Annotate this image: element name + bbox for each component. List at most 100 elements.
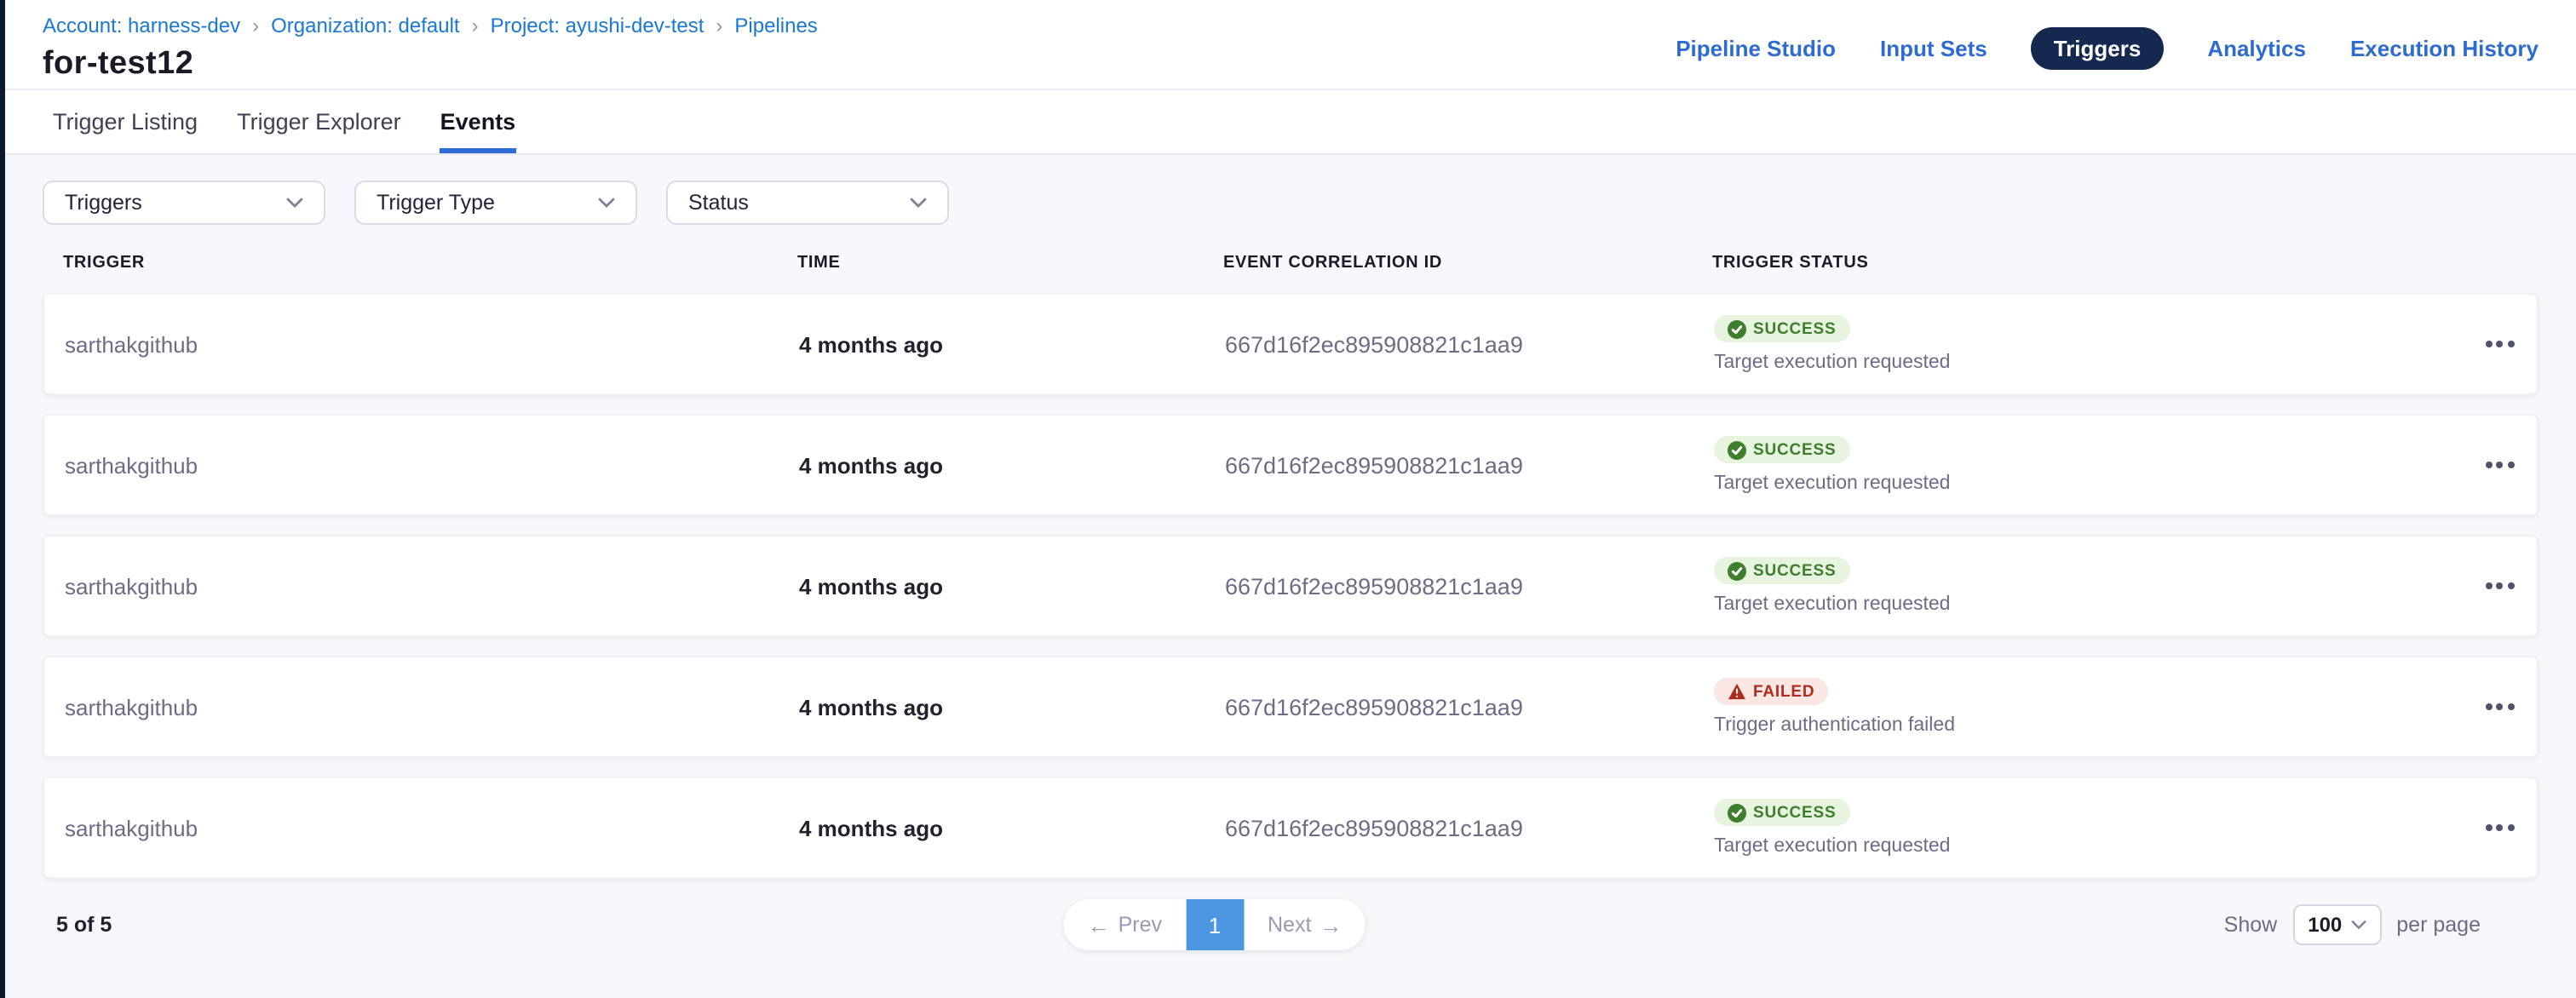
column-header-trigger: TRIGGER bbox=[63, 254, 797, 272]
tab-trigger-explorer[interactable]: Trigger Explorer bbox=[237, 90, 401, 153]
page-number-button[interactable]: 1 bbox=[1186, 899, 1244, 950]
chevron-down-icon bbox=[2350, 920, 2366, 930]
trigger-status-cell: SUCCESS Target execution requested bbox=[1714, 436, 2462, 494]
events-content: Triggers Trigger Type Status TRIGGER TIM… bbox=[5, 155, 2576, 950]
event-time: 4 months ago bbox=[799, 694, 1225, 720]
breadcrumb-pipelines[interactable]: Pipelines bbox=[734, 14, 817, 37]
trigger-name: sarthakgithub bbox=[65, 331, 799, 357]
next-page-button[interactable]: Next → bbox=[1244, 899, 1366, 950]
chevron-down-icon bbox=[910, 198, 927, 208]
column-header-event-correlation-id: EVENT CORRELATION ID bbox=[1223, 254, 1712, 272]
dropdown-label: Status bbox=[688, 191, 749, 215]
status-message: Trigger authentication failed bbox=[1714, 715, 1955, 736]
table-row: sarthakgithub 4 months ago 667d16f2ec895… bbox=[43, 656, 2539, 758]
row-menu-button[interactable] bbox=[2462, 657, 2537, 756]
filters-row: Triggers Trigger Type Status bbox=[43, 181, 2539, 225]
page: Account: harness-dev › Organization: def… bbox=[0, 0, 2576, 998]
event-correlation-id: 667d16f2ec895908821c1aa9 bbox=[1225, 452, 1714, 478]
nav-triggers[interactable]: Triggers bbox=[2032, 27, 2164, 70]
page-size-control: Show 100 per page bbox=[2224, 904, 2481, 945]
breadcrumb-organization[interactable]: Organization: default bbox=[271, 14, 460, 37]
events-table: sarthakgithub 4 months ago 667d16f2ec895… bbox=[43, 293, 2539, 879]
table-header: TRIGGER TIME EVENT CORRELATION ID TRIGGE… bbox=[43, 254, 2539, 272]
page-size-select[interactable]: 100 bbox=[2292, 904, 2381, 945]
status-label: SUCCESS bbox=[1753, 319, 1836, 338]
breadcrumb-separator-icon: › bbox=[716, 14, 722, 37]
trigger-name: sarthakgithub bbox=[65, 815, 799, 840]
warning-triangle-icon bbox=[1728, 683, 1746, 700]
status-message: Target execution requested bbox=[1714, 353, 1950, 373]
event-time: 4 months ago bbox=[799, 815, 1225, 840]
next-label: Next bbox=[1268, 913, 1311, 937]
event-time: 4 months ago bbox=[799, 452, 1225, 478]
pager: ← Prev 1 Next → bbox=[1064, 899, 1366, 950]
row-menu-button[interactable] bbox=[2462, 295, 2537, 393]
column-header-time: TIME bbox=[797, 254, 1223, 272]
status-message: Target execution requested bbox=[1714, 473, 1950, 494]
breadcrumb-account[interactable]: Account: harness-dev bbox=[43, 14, 240, 37]
nav-input-sets[interactable]: Input Sets bbox=[1880, 36, 1987, 61]
status-label: SUCCESS bbox=[1753, 803, 1836, 822]
per-page-label: per page bbox=[2396, 913, 2481, 937]
breadcrumb-project[interactable]: Project: ayushi-dev-test bbox=[491, 14, 704, 37]
prev-page-button[interactable]: ← Prev bbox=[1064, 899, 1186, 950]
check-circle-icon bbox=[1728, 440, 1746, 459]
event-time: 4 months ago bbox=[799, 573, 1225, 599]
column-header-trigger-status: TRIGGER STATUS bbox=[1712, 254, 2464, 272]
tab-trigger-listing[interactable]: Trigger Listing bbox=[53, 90, 198, 153]
chevron-down-icon bbox=[286, 198, 303, 208]
status-label: SUCCESS bbox=[1753, 561, 1836, 580]
triggers-filter-dropdown[interactable]: Triggers bbox=[43, 181, 325, 225]
status-message: Target execution requested bbox=[1714, 836, 1950, 857]
event-correlation-id: 667d16f2ec895908821c1aa9 bbox=[1225, 815, 1714, 840]
event-correlation-id: 667d16f2ec895908821c1aa9 bbox=[1225, 573, 1714, 599]
row-menu-button[interactable] bbox=[2462, 536, 2537, 635]
chevron-down-icon bbox=[598, 198, 615, 208]
status-badge: SUCCESS bbox=[1714, 799, 1849, 826]
status-badge: FAILED bbox=[1714, 678, 1828, 705]
breadcrumb-separator-icon: › bbox=[472, 14, 479, 37]
event-time: 4 months ago bbox=[799, 331, 1225, 357]
prev-label: Prev bbox=[1118, 913, 1162, 937]
trigger-status-cell: SUCCESS Target execution requested bbox=[1714, 315, 2462, 373]
table-row: sarthakgithub 4 months ago 667d16f2ec895… bbox=[43, 293, 2539, 395]
event-correlation-id: 667d16f2ec895908821c1aa9 bbox=[1225, 331, 1714, 357]
status-badge: SUCCESS bbox=[1714, 436, 1849, 463]
trigger-status-cell: FAILED Trigger authentication failed bbox=[1714, 678, 2462, 736]
status-filter-dropdown[interactable]: Status bbox=[666, 181, 949, 225]
trigger-name: sarthakgithub bbox=[65, 452, 799, 478]
event-correlation-id: 667d16f2ec895908821c1aa9 bbox=[1225, 694, 1714, 720]
table-row: sarthakgithub 4 months ago 667d16f2ec895… bbox=[43, 777, 2539, 879]
status-label: FAILED bbox=[1753, 682, 1814, 701]
tab-bar: Trigger Listing Trigger Explorer Events bbox=[5, 89, 2576, 155]
nav-analytics[interactable]: Analytics bbox=[2207, 36, 2306, 61]
nav-execution-history[interactable]: Execution History bbox=[2350, 36, 2539, 61]
pipeline-nav: Pipeline Studio Input Sets Triggers Anal… bbox=[1676, 27, 2539, 70]
collapsed-sidebar-edge bbox=[0, 0, 5, 998]
check-circle-icon bbox=[1728, 561, 1746, 580]
results-range-label: 5 of 5 bbox=[56, 913, 112, 937]
trigger-name: sarthakgithub bbox=[65, 694, 799, 720]
arrow-right-icon: → bbox=[1320, 912, 1342, 938]
trigger-name: sarthakgithub bbox=[65, 573, 799, 599]
check-circle-icon bbox=[1728, 803, 1746, 822]
check-circle-icon bbox=[1728, 319, 1746, 338]
pagination-bar: 5 of 5 ← Prev 1 Next → Show 100 per pa bbox=[43, 899, 2539, 950]
show-label: Show bbox=[2224, 913, 2278, 937]
status-badge: SUCCESS bbox=[1714, 557, 1849, 584]
status-label: SUCCESS bbox=[1753, 440, 1836, 459]
trigger-status-cell: SUCCESS Target execution requested bbox=[1714, 799, 2462, 857]
arrow-left-icon: ← bbox=[1088, 912, 1110, 938]
dropdown-label: Trigger Type bbox=[377, 191, 495, 215]
row-menu-button[interactable] bbox=[2462, 778, 2537, 877]
breadcrumb-separator-icon: › bbox=[252, 14, 259, 37]
page-header: Account: harness-dev › Organization: def… bbox=[5, 0, 2576, 89]
nav-pipeline-studio[interactable]: Pipeline Studio bbox=[1676, 36, 1836, 61]
status-message: Target execution requested bbox=[1714, 594, 1950, 615]
status-badge: SUCCESS bbox=[1714, 315, 1849, 342]
trigger-type-filter-dropdown[interactable]: Trigger Type bbox=[354, 181, 637, 225]
trigger-status-cell: SUCCESS Target execution requested bbox=[1714, 557, 2462, 615]
tab-events[interactable]: Events bbox=[440, 90, 516, 153]
row-menu-button[interactable] bbox=[2462, 416, 2537, 514]
table-row: sarthakgithub 4 months ago 667d16f2ec895… bbox=[43, 535, 2539, 637]
